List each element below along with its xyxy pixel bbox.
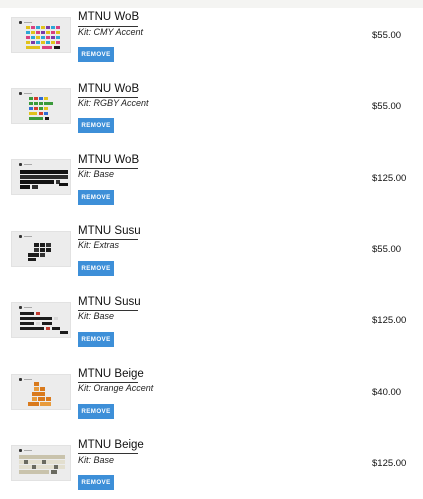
remove-button[interactable]: REMOVE	[78, 47, 114, 62]
keycap-set-rgby-accent-image	[29, 97, 53, 120]
remove-button[interactable]: REMOVE	[78, 261, 114, 276]
product-name[interactable]: MTNU Susu	[78, 225, 141, 237]
product-kit: Kit: Base	[78, 169, 115, 179]
cart-item: MTNU Susu Kit: Base REMOVE $125.00	[0, 285, 423, 356]
product-name[interactable]: MTNU WoB	[78, 154, 139, 166]
product-name[interactable]: MTNU Susu	[78, 296, 141, 308]
product-thumbnail[interactable]	[11, 374, 71, 410]
product-thumbnail[interactable]	[11, 445, 71, 481]
product-price: $40.00	[372, 387, 402, 398]
product-thumbnail[interactable]	[11, 17, 71, 53]
keycap-set-beige-orange-accent-image	[28, 382, 51, 406]
product-kit: Kit: Base	[78, 455, 115, 465]
keycap-set-susu-extras-image	[28, 243, 51, 261]
remove-button[interactable]: REMOVE	[78, 190, 114, 205]
cart-item: MTNU Beige Kit: Base REMOVE $125.00	[0, 428, 423, 499]
cart-item: MTNU WoB Kit: Base REMOVE $125.00	[0, 143, 423, 214]
product-kit: Kit: RGBY Accent	[78, 98, 149, 108]
product-price: $125.00	[372, 173, 407, 184]
product-price: $125.00	[372, 315, 407, 326]
product-price: $125.00	[372, 458, 407, 469]
product-kit: Kit: Extras	[78, 240, 120, 250]
product-thumbnail[interactable]	[11, 88, 71, 124]
cart-item: MTNU WoB Kit: CMY Accent REMOVE $55.00	[0, 0, 423, 71]
product-thumbnail[interactable]	[11, 159, 71, 195]
product-price: $55.00	[372, 244, 402, 255]
product-name[interactable]: MTNU Beige	[78, 439, 144, 451]
product-name[interactable]: MTNU Beige	[78, 368, 144, 380]
product-name[interactable]: MTNU WoB	[78, 83, 139, 95]
keycap-set-wob-base-image	[20, 170, 68, 189]
keycap-set-cmy-accent-image	[26, 26, 60, 49]
product-thumbnail[interactable]	[11, 302, 71, 338]
keycap-set-susu-base-image	[20, 312, 68, 334]
product-thumbnail[interactable]	[11, 231, 71, 267]
remove-button[interactable]: REMOVE	[78, 118, 114, 133]
product-kit: Kit: Orange Accent	[78, 383, 154, 393]
remove-button[interactable]: REMOVE	[78, 404, 114, 419]
remove-button[interactable]: REMOVE	[78, 332, 114, 347]
cart-item: MTNU WoB Kit: RGBY Accent REMOVE $55.00	[0, 71, 423, 142]
product-name[interactable]: MTNU WoB	[78, 11, 139, 23]
product-name-underline	[78, 453, 138, 454]
product-kit: Kit: CMY Accent	[78, 27, 144, 37]
cart-item: MTNU Susu Kit: Extras REMOVE $55.00	[0, 214, 423, 285]
remove-button[interactable]: REMOVE	[78, 475, 114, 490]
keycap-set-beige-base-image	[19, 455, 65, 474]
product-price: $55.00	[372, 30, 402, 41]
product-kit: Kit: Base	[78, 311, 115, 321]
cart-item: MTNU Beige Kit: Orange Accent REMOVE $40…	[0, 357, 423, 428]
product-price: $55.00	[372, 101, 402, 112]
